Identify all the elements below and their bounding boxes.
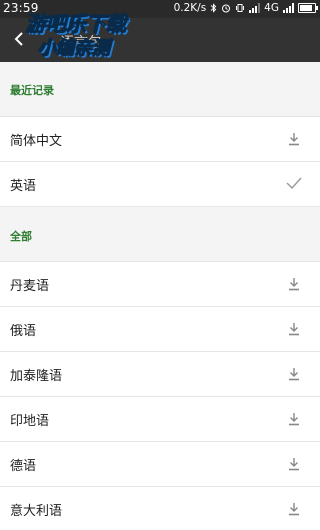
screen: 23:59 0.2K/s 4G 语言包 游吧乐下载 小编亲测 最近记录 简体中文… (0, 0, 320, 530)
watermark-line-1: 游吧乐下载 (26, 12, 127, 37)
download-icon[interactable] (288, 412, 300, 426)
download-icon[interactable] (288, 457, 300, 471)
bluetooth-icon (210, 3, 217, 13)
watermark-line-2: 小编亲测 (38, 38, 111, 60)
list-item-all-2[interactable]: 加泰隆语 (0, 351, 320, 396)
network-type: 4G (264, 2, 279, 14)
download-icon[interactable] (288, 277, 300, 291)
list-item-recent-1[interactable]: 英语 (0, 161, 320, 206)
list-item-label: 丹麦语 (10, 279, 50, 294)
list-item-label: 俄语 (10, 324, 37, 339)
list-item-all-0[interactable]: 丹麦语 (0, 261, 320, 306)
download-icon[interactable] (288, 322, 300, 336)
list-item-label: 简体中文 (10, 134, 63, 149)
list-item-label: 印地语 (10, 414, 50, 429)
divider (0, 206, 320, 207)
list-item-all-4[interactable]: 德语 (0, 441, 320, 486)
battery-icon (298, 3, 318, 13)
list-item-label: 德语 (10, 459, 37, 474)
list-item-label: 意大利语 (10, 504, 63, 519)
check-icon (286, 177, 302, 190)
network-speed: 0.2K/s (173, 2, 207, 14)
language-list: 最近记录 简体中文 英语 全部 丹麦语 俄语 加泰隆语 印地语 德语 意大利语 (0, 62, 320, 530)
download-icon[interactable] (288, 132, 300, 146)
signal-icon (249, 3, 261, 13)
vibrate-icon (236, 4, 245, 12)
list-item-all-3[interactable]: 印地语 (0, 396, 320, 441)
download-icon[interactable] (288, 367, 300, 381)
list-item-recent-0[interactable]: 简体中文 (0, 116, 320, 161)
signal-icon-2 (283, 3, 294, 13)
list-item-label: 加泰隆语 (10, 369, 63, 384)
watermark-logo: 游吧乐下载 小编亲测 (26, 8, 156, 64)
list-item-all-5[interactable]: 意大利语 (0, 486, 320, 530)
section-header-recent: 最近记录 (10, 84, 54, 97)
list-item-label: 英语 (10, 179, 37, 194)
status-icons: 0.2K/s 4G (173, 2, 318, 14)
download-icon[interactable] (288, 502, 300, 516)
alarm-icon (222, 4, 231, 13)
list-item-all-1[interactable]: 俄语 (0, 306, 320, 351)
section-header-all: 全部 (10, 230, 32, 243)
